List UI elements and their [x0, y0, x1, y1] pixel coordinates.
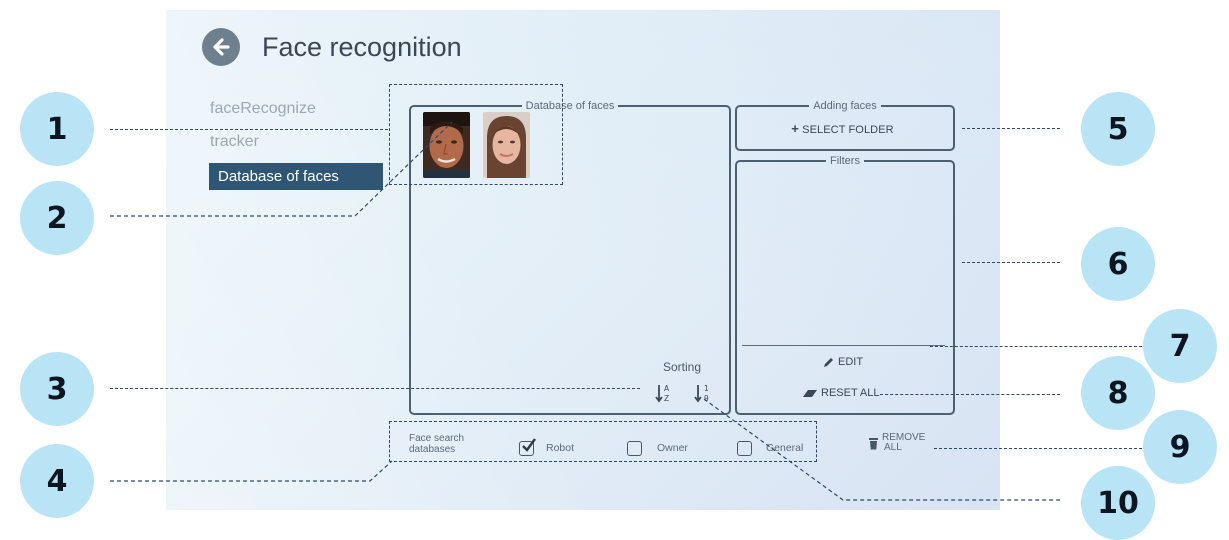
callout-8: 8	[1081, 356, 1155, 430]
callout-1: 1	[20, 92, 94, 166]
callout-7: 7	[1143, 309, 1217, 383]
callout-10: 10	[1081, 466, 1155, 540]
leader-diagonals	[110, 121, 1060, 501]
callout-2: 2	[20, 181, 94, 255]
leader-line-5	[962, 128, 1060, 129]
callout-3: 3	[20, 352, 94, 426]
leader-line-3	[110, 388, 640, 389]
callout-6: 6	[1081, 227, 1155, 301]
callout-9: 9	[1143, 410, 1217, 484]
callout-5: 5	[1081, 92, 1155, 166]
leader-line-8	[880, 394, 1060, 395]
leader-line-9	[934, 448, 1142, 449]
callout-4: 4	[20, 444, 94, 518]
leader-line-6	[962, 262, 1060, 263]
leader-line-7	[930, 346, 1142, 347]
